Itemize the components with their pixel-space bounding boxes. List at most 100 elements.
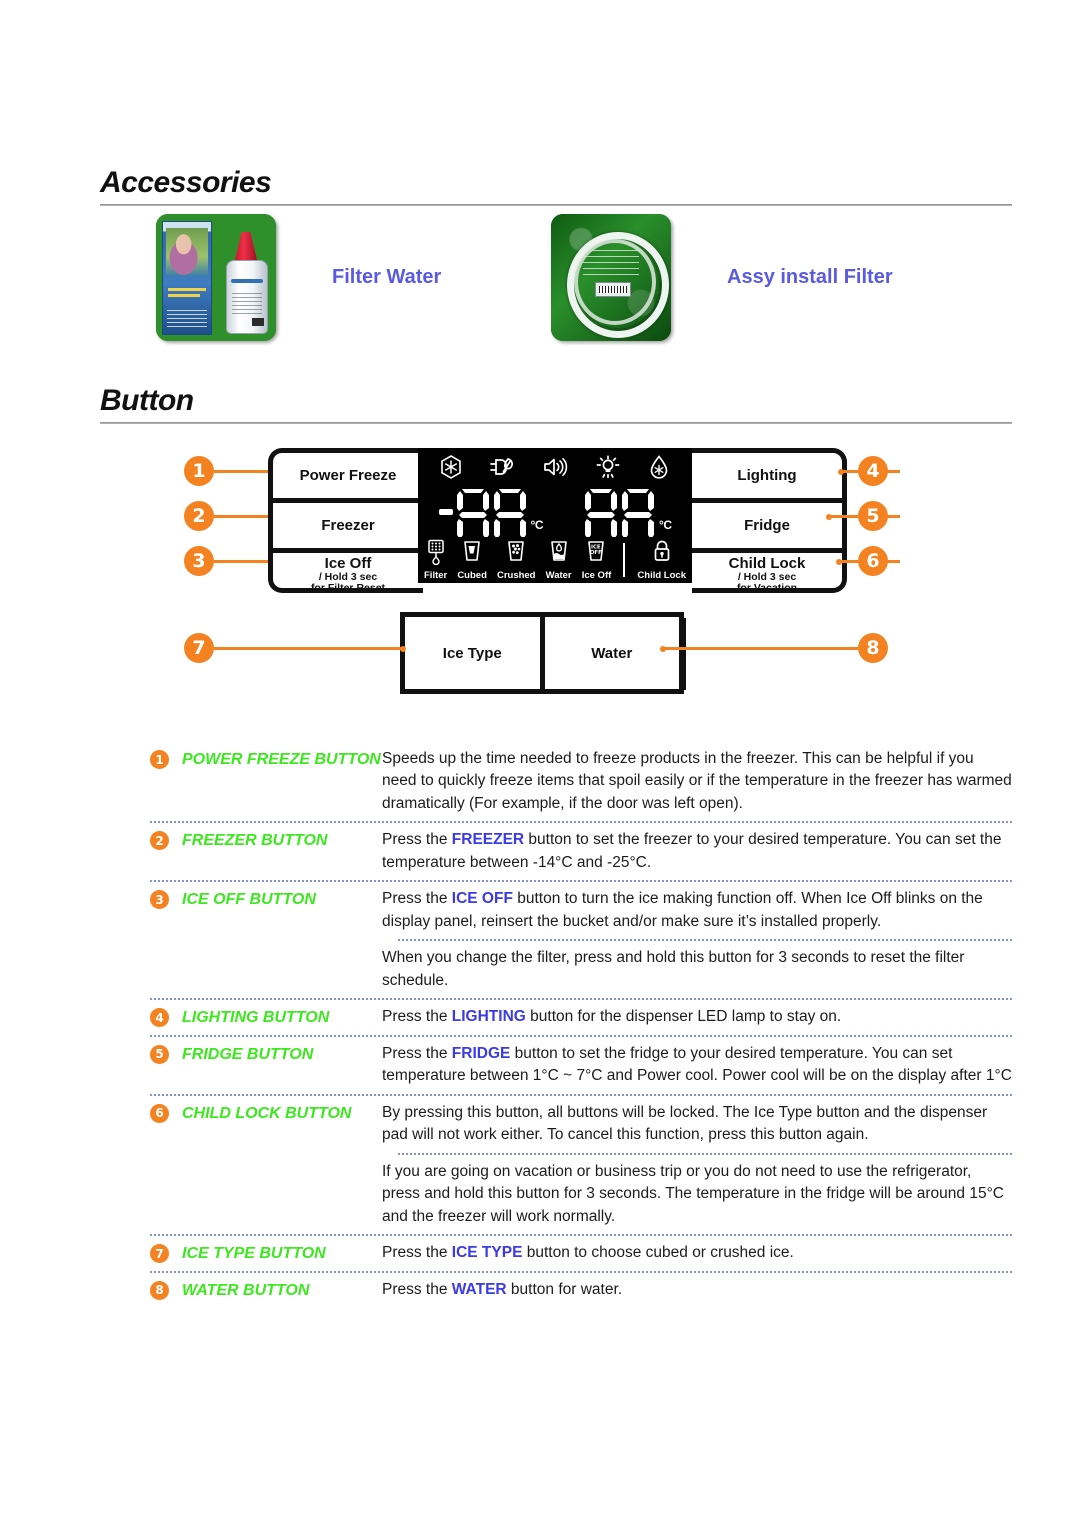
right-button-column: Lighting Fridge Child Lock / Hold 3 sec … (692, 448, 847, 594)
row-number-cell: 8 (150, 1279, 182, 1300)
row-term-ice-off: ICE OFF BUTTON (182, 891, 316, 909)
panel-button-sublabel-2: for Vacation (736, 582, 798, 595)
table-row: 1 POWER FREEZE BUTTON Speeds up the time… (150, 742, 1012, 821)
dispenser-pad-ice-type[interactable]: Ice Type (405, 617, 545, 689)
panel-button-label: Lighting (737, 466, 797, 484)
callout-badge-1: 1 (184, 456, 214, 486)
filter-icon (425, 539, 447, 570)
row-badge-4: 4 (150, 1008, 169, 1028)
lcd-icon-caption: Cubed (457, 569, 487, 581)
lcd-ice-off-indicator: ICE OFF Ice Off (582, 539, 611, 581)
freezer-temperature-readout: °C (438, 487, 544, 537)
fridge-unit-label: °C (659, 518, 672, 532)
button-description-table: 1 POWER FREEZE BUTTON Speeds up the time… (150, 742, 1012, 1307)
row-separator (150, 880, 1012, 883)
row-body: Press the FRIDGE button to set the fridg… (382, 1044, 1012, 1085)
row-term (182, 1161, 382, 1162)
lcd-crushed-indicator: Crushed (497, 539, 536, 581)
accessory-item-assy-install-filter: Assy install Filter (551, 214, 893, 341)
accessory-label-filter-water: Filter Water (332, 266, 442, 288)
table-row: 8 WATER BUTTON Press the WATER button fo… (150, 1273, 1012, 1308)
manual-page: Accessories Filter Water Assy install Fi… (0, 0, 1080, 1527)
callout-badge-3: 3 (184, 546, 214, 576)
row-separator (398, 939, 1012, 942)
panel-button-label: Power Freeze (299, 466, 397, 484)
dispenser-pad-group: Ice Type Water (400, 612, 686, 694)
row-number-cell: 5 (150, 1043, 182, 1064)
accessories-row: Filter Water Assy install Filter (100, 214, 1012, 350)
panel-button-label: Ice Off (324, 554, 372, 572)
row-badge-5: 5 (150, 1044, 169, 1064)
panel-button-freezer[interactable]: Freezer (273, 503, 423, 553)
callout-leader-8 (664, 647, 858, 650)
dispenser-pad-water[interactable]: Water (545, 617, 680, 689)
callout-dot-7 (400, 645, 406, 652)
fridge-seven-segment-digits (585, 489, 655, 537)
sound-speaker-icon (542, 456, 568, 483)
panel-button-sublabel-2: for Filter Reset (310, 582, 386, 595)
freezer-unit-label: °C (530, 518, 544, 532)
callout-leader-7 (214, 647, 404, 650)
ice-off-glass-icon: ICE OFF (585, 539, 607, 570)
callout-leader-1 (214, 470, 274, 473)
row-badge-6: 6 (150, 1103, 169, 1123)
row-number-cell (150, 947, 182, 949)
fridge-temperature-readout: °C (584, 487, 672, 537)
row-number-cell: 3 (150, 888, 182, 910)
table-row: When you change the filter, press and ho… (150, 941, 1012, 998)
callout-badge-8: 8 (858, 633, 888, 663)
row-term-child-lock: CHILD LOCK BUTTON (182, 1104, 352, 1122)
row-separator (398, 1152, 1012, 1155)
lcd-display: °C °C Filter Cubed Crushed Water ICE OFF… (418, 448, 692, 583)
row-body: Speeds up the time needed to freeze prod… (382, 750, 1012, 812)
lcd-divider (623, 543, 626, 577)
lcd-icon-caption: Water (545, 569, 572, 581)
lcd-icon-caption: Crushed (496, 569, 536, 581)
row-number-cell: 2 (150, 829, 182, 851)
panel-button-label: Child Lock (728, 554, 806, 572)
panel-button-lighting[interactable]: Lighting (692, 453, 842, 503)
crushed-ice-glass-icon (505, 539, 527, 570)
row-term-lighting: LIGHTING BUTTON (182, 1009, 330, 1027)
lcd-icon-caption: Child Lock (637, 569, 686, 581)
lcd-icon-caption: Filter (424, 569, 448, 581)
row-body: By pressing this button, all buttons wil… (382, 1103, 988, 1144)
row-separator (150, 1034, 1012, 1037)
accessory-label-assy-install-filter: Assy install Filter (727, 266, 893, 288)
filter-install-tubing-image (551, 214, 671, 341)
callout-badge-6: 6 (858, 546, 888, 576)
lcd-cubed-indicator: Cubed (457, 539, 487, 581)
row-number-cell: 7 (150, 1242, 182, 1264)
panel-button-fridge[interactable]: Fridge (692, 503, 842, 553)
padlock-icon (651, 539, 673, 570)
section-heading-accessories: Accessories (100, 166, 1012, 206)
row-separator (150, 998, 1012, 1001)
table-row: 4 LIGHTING BUTTON Press the LIGHTING but… (150, 1000, 1012, 1035)
row-body: Press the WATER button for water. (382, 1280, 623, 1298)
row-separator (150, 1234, 1012, 1237)
lcd-filter-indicator: Filter (424, 539, 447, 581)
table-row: If you are going on vacation or business… (150, 1155, 1012, 1234)
table-row: 5 FRIDGE BUTTON Press the FRIDGE button … (150, 1037, 1012, 1094)
row-number-cell (150, 1161, 182, 1163)
power-cool-droplet-icon (648, 454, 670, 484)
panel-button-power-freeze[interactable]: Power Freeze (273, 453, 423, 503)
lamp-lighting-icon (595, 454, 621, 484)
svg-text:OFF: OFF (590, 550, 602, 556)
table-row: 3 ICE OFF BUTTON Press the ICE OFF butto… (150, 882, 1012, 939)
row-term-freezer: FREEZER BUTTON (182, 832, 328, 850)
water-filter-cartridge-image (156, 214, 276, 341)
panel-button-child-lock[interactable]: Child Lock / Hold 3 sec for Vacation (692, 553, 842, 598)
row-badge-1: 1 (150, 750, 169, 769)
row-term-water: WATER BUTTON (182, 1281, 310, 1299)
row-number-cell: 1 (150, 748, 182, 769)
row-body: Press the FREEZER button to set the free… (382, 831, 1002, 871)
row-number-cell: 6 (150, 1102, 182, 1123)
row-badge-7: 7 (150, 1244, 169, 1264)
callout-leader-3 (214, 560, 274, 563)
table-row: 2 FREEZER BUTTON Press the FREEZER butto… (150, 823, 1012, 880)
section-heading-button: Button (100, 384, 1012, 424)
control-panel-diagram: 1 2 3 Power Freeze Freezer Ice Off / Hol… (100, 440, 1012, 710)
row-badge-3: 3 (150, 890, 169, 910)
panel-button-ice-off[interactable]: Ice Off / Hold 3 sec for Filter Reset (273, 553, 423, 598)
